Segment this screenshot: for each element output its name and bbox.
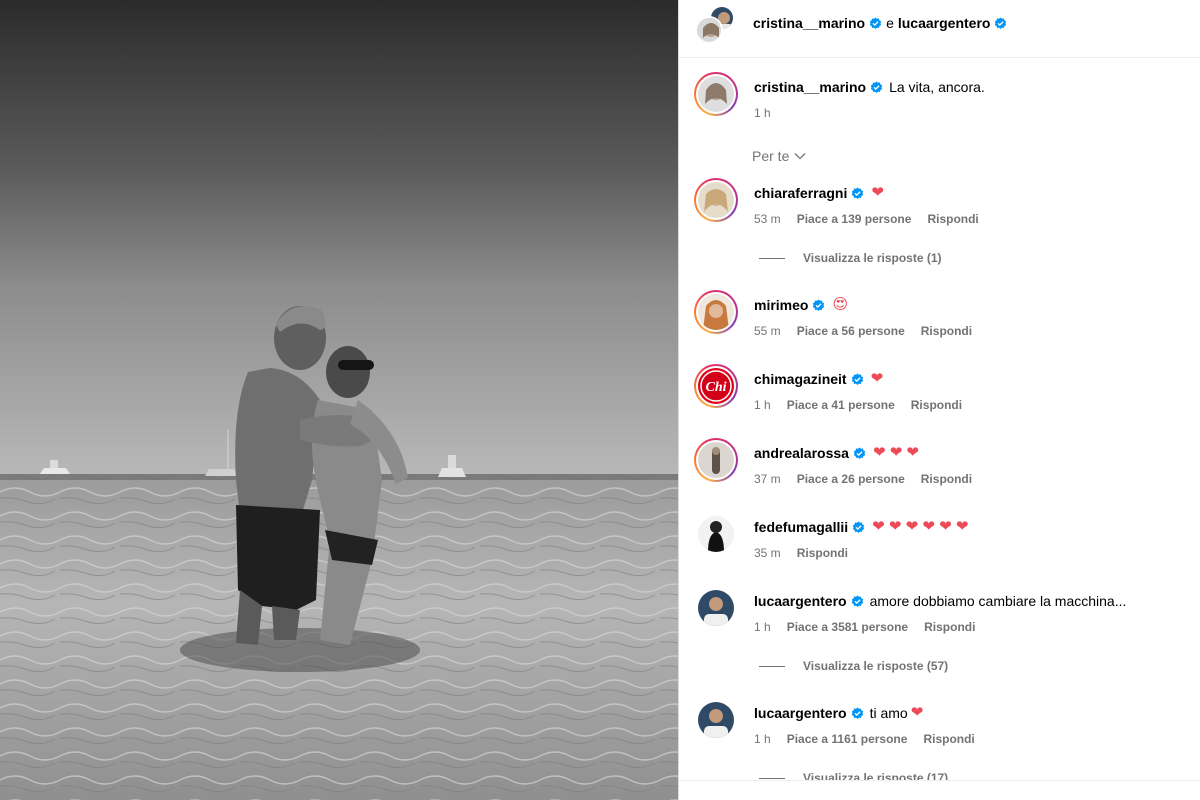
avatar[interactable]: [694, 586, 738, 630]
avatar[interactable]: [694, 72, 738, 116]
caption-text: La vita, ancora.: [889, 79, 985, 95]
comments-list[interactable]: cristina__marino La vita, ancora. 1 h Pe…: [679, 58, 1200, 780]
comment-username[interactable]: chimagazineit: [754, 370, 847, 388]
collab-avatars[interactable]: [695, 5, 735, 45]
actions-bar: [679, 780, 1200, 800]
comment: fedefumagallii ❤ ❤ ❤ ❤ ❤ ❤ 35 m Rispondi: [679, 512, 1200, 562]
verified-badge-icon: [852, 520, 865, 533]
post-caption: cristina__marino La vita, ancora. 1 h: [679, 72, 1200, 132]
verified-badge-icon: [852, 186, 864, 199]
comment-likes[interactable]: Piace a 56 persone: [797, 323, 905, 339]
collab-connector: e: [886, 15, 894, 31]
comment-timestamp[interactable]: 53 m: [754, 211, 781, 227]
comment-username[interactable]: fedefumagallii: [754, 518, 848, 536]
comment-timestamp[interactable]: 37 m: [754, 471, 781, 487]
view-replies-button[interactable]: Visualizza le risposte (57): [759, 659, 948, 673]
caption-username[interactable]: cristina__marino: [754, 78, 866, 96]
comment: andrealarossa ❤ ❤ ❤ 37 m Piace a 26 pers…: [679, 438, 1200, 488]
heart-emoji: ❤ ❤ ❤: [872, 444, 919, 461]
avatar[interactable]: [694, 438, 738, 482]
comment-likes[interactable]: Piace a 139 persone: [797, 211, 912, 227]
avatar[interactable]: [694, 290, 738, 334]
caption-timestamp[interactable]: 1 h: [754, 105, 771, 121]
heart-emoji: ❤ ❤ ❤ ❤ ❤ ❤: [872, 518, 969, 535]
reply-button[interactable]: Rispondi: [797, 545, 848, 561]
heart-emoji: ❤: [870, 370, 884, 387]
verified-badge-icon: [851, 706, 863, 719]
post-header: cristina__marino e lucaargentero: [679, 0, 1200, 58]
verified-badge-icon: [853, 446, 866, 459]
avatar[interactable]: [694, 178, 738, 222]
comment-text: ti amo: [869, 705, 908, 721]
comment-username[interactable]: andrealarossa: [754, 444, 849, 462]
reply-button[interactable]: Rispondi: [924, 619, 975, 635]
verified-badge-icon: [995, 16, 1007, 29]
verified-badge-icon: [851, 372, 863, 385]
reply-button[interactable]: Rispondi: [927, 211, 978, 227]
comment-username[interactable]: lucaargentero: [754, 592, 847, 610]
avatar[interactable]: [695, 16, 723, 44]
comment-username[interactable]: chiaraferragni: [754, 184, 847, 202]
comment-username[interactable]: mirimeo: [754, 296, 808, 314]
comment-timestamp[interactable]: 1 h: [754, 619, 771, 635]
comment-timestamp[interactable]: 55 m: [754, 323, 781, 339]
comment: mirimeo 😍 55 m Piace a 56 persone Rispon…: [679, 290, 1200, 340]
replies-divider: [759, 665, 785, 667]
comment: lucaargentero ti amo ❤ 1 h Piace a 1161 …: [679, 698, 1200, 748]
comment-username[interactable]: lucaargentero: [754, 704, 847, 722]
post-authors: cristina__marino e lucaargentero: [753, 14, 1011, 32]
view-replies-label: Visualizza le risposte (57): [803, 659, 949, 673]
reply-button[interactable]: Rispondi: [921, 471, 972, 487]
view-replies-label: Visualizza le risposte (17): [803, 771, 949, 780]
post-photo[interactable]: [0, 0, 678, 800]
comment: chiaraferragni ❤ 53 m Piace a 139 person…: [679, 178, 1200, 228]
sort-label: Per te: [752, 148, 790, 164]
reply-button[interactable]: Rispondi: [923, 731, 974, 747]
heart-emoji: ❤: [910, 704, 924, 721]
collaborator-username[interactable]: lucaargentero: [898, 14, 991, 32]
avatar[interactable]: Chi: [694, 364, 738, 408]
replies-divider: [759, 777, 785, 779]
comment-likes[interactable]: Piace a 26 persone: [797, 471, 905, 487]
comment-likes[interactable]: Piace a 41 persone: [787, 397, 895, 413]
reply-button[interactable]: Rispondi: [921, 323, 972, 339]
view-replies-button[interactable]: Visualizza le risposte (17): [759, 771, 948, 780]
post-sidebar: cristina__marino e lucaargentero cristin…: [678, 0, 1200, 800]
reply-button[interactable]: Rispondi: [911, 397, 962, 413]
comment-likes[interactable]: Piace a 3581 persone: [787, 619, 908, 635]
verified-badge-icon: [869, 16, 882, 29]
heart-emoji: ❤: [871, 184, 884, 201]
svg-text:Chi: Chi: [705, 380, 726, 395]
comment: Chi chimagazineit ❤ 1 h Piace a 41 perso…: [679, 364, 1200, 414]
comment: lucaargentero amore dobbiamo cambiare la…: [679, 586, 1200, 636]
heart-eyes-emoji: 😍: [832, 296, 849, 313]
author-username[interactable]: cristina__marino: [753, 14, 865, 32]
view-replies-button[interactable]: Visualizza le risposte (1): [759, 251, 942, 265]
comment-sort-dropdown[interactable]: Per te: [752, 148, 806, 164]
comment-timestamp[interactable]: 35 m: [754, 545, 781, 561]
verified-badge-icon: [813, 298, 825, 311]
comment-likes[interactable]: Piace a 1161 persone: [787, 731, 908, 747]
avatar[interactable]: [694, 512, 738, 556]
comment-timestamp[interactable]: 1 h: [754, 397, 771, 413]
comment-text: amore dobbiamo cambiare la macchina...: [869, 593, 1127, 609]
replies-divider: [759, 257, 785, 259]
chevron-down-icon: [794, 153, 806, 160]
verified-badge-icon: [851, 594, 863, 607]
view-replies-label: Visualizza le risposte (1): [803, 251, 942, 265]
avatar[interactable]: [694, 698, 738, 742]
comment-timestamp[interactable]: 1 h: [754, 731, 771, 747]
verified-badge-icon: [870, 80, 883, 93]
